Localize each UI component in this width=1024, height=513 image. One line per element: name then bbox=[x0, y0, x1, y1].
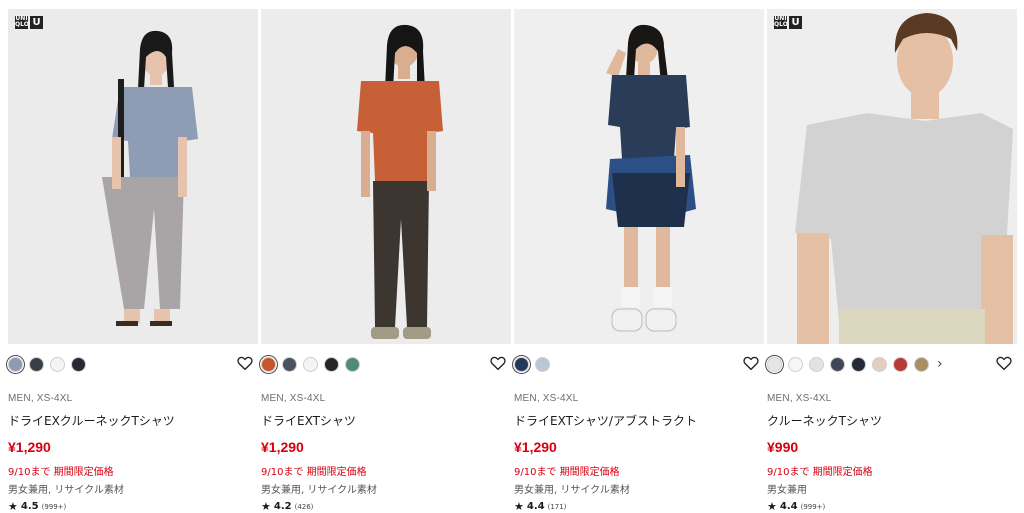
uniqlo-logo: UNI QLO U bbox=[15, 16, 43, 29]
color-swatch[interactable] bbox=[261, 356, 276, 372]
rating: ★ 4.4 (171) bbox=[514, 500, 566, 513]
color-swatches bbox=[261, 355, 360, 373]
product-photo-illustration bbox=[8, 9, 258, 344]
chevron-right-icon[interactable]: › bbox=[937, 356, 943, 372]
star-icon: ★ bbox=[767, 500, 777, 513]
product-card[interactable]: MEN, XS-4XL ドライEXTシャツ ¥1,290 9/10まで 期間限定… bbox=[261, 9, 511, 513]
color-swatch[interactable] bbox=[345, 356, 360, 372]
gender-size-label: MEN, XS-4XL bbox=[8, 393, 73, 404]
promo-label: 9/10まで 期間限定価格 bbox=[514, 467, 620, 478]
rating-value: 4.4 bbox=[779, 501, 798, 512]
product-price: ¥990 bbox=[767, 439, 799, 455]
feature-tags: 男女兼用, リサイクル素材 bbox=[261, 485, 377, 496]
color-swatch[interactable] bbox=[893, 356, 908, 372]
promo-label: 9/10まで 期間限定価格 bbox=[8, 467, 114, 478]
product-card[interactable]: UNI QLO U › MEN, XS-4XL クルーネックTシャツ ¥990 … bbox=[767, 9, 1017, 513]
rating: ★ 4.4 (999+) bbox=[767, 500, 825, 513]
review-count: (999+) bbox=[800, 502, 826, 511]
color-swatch[interactable] bbox=[8, 356, 23, 372]
color-swatch[interactable] bbox=[767, 356, 782, 372]
gender-size-label: MEN, XS-4XL bbox=[261, 393, 326, 404]
product-price: ¥1,290 bbox=[514, 439, 557, 455]
product-price: ¥1,290 bbox=[8, 439, 51, 455]
feature-tags: 男女兼用 bbox=[767, 485, 807, 496]
review-count: (999+) bbox=[41, 502, 67, 511]
product-image[interactable]: UNI QLO U bbox=[767, 9, 1017, 344]
heart-icon[interactable] bbox=[489, 354, 507, 372]
rating-value: 4.2 bbox=[273, 501, 292, 512]
color-swatch[interactable] bbox=[872, 356, 887, 372]
color-swatch[interactable] bbox=[303, 356, 318, 372]
product-photo-illustration bbox=[514, 9, 764, 344]
gender-size-label: MEN, XS-4XL bbox=[514, 393, 579, 404]
feature-tags: 男女兼用, リサイクル素材 bbox=[514, 485, 630, 496]
star-icon: ★ bbox=[8, 500, 18, 513]
product-image[interactable]: UNI QLO U bbox=[8, 9, 258, 344]
product-name[interactable]: ドライEXTシャツ bbox=[261, 412, 356, 429]
color-swatches bbox=[8, 355, 86, 373]
uniqlo-logo: UNI QLO U bbox=[774, 16, 802, 29]
product-photo-illustration bbox=[767, 9, 1017, 344]
uniqlo-logo-mark: UNI QLO bbox=[15, 15, 29, 29]
promo-label: 9/10まで 期間限定価格 bbox=[261, 467, 367, 478]
color-swatch[interactable] bbox=[282, 356, 297, 372]
heart-icon[interactable] bbox=[995, 354, 1013, 372]
color-swatch[interactable] bbox=[914, 356, 929, 372]
feature-tags: 男女兼用, リサイクル素材 bbox=[8, 485, 124, 496]
color-swatch[interactable] bbox=[29, 356, 44, 372]
color-swatch[interactable] bbox=[535, 356, 550, 372]
color-swatch[interactable] bbox=[324, 356, 339, 372]
product-name[interactable]: クルーネックTシャツ bbox=[767, 412, 882, 429]
product-card[interactable]: MEN, XS-4XL ドライEXTシャツ/アブストラクト ¥1,290 9/1… bbox=[514, 9, 764, 513]
color-swatch[interactable] bbox=[50, 356, 65, 372]
product-price: ¥1,290 bbox=[261, 439, 304, 455]
heart-icon[interactable] bbox=[236, 354, 254, 372]
gender-size-label: MEN, XS-4XL bbox=[767, 393, 832, 404]
color-swatch[interactable] bbox=[809, 356, 824, 372]
color-swatch[interactable] bbox=[788, 356, 803, 372]
promo-label: 9/10まで 期間限定価格 bbox=[767, 467, 873, 478]
rating: ★ 4.5 (999+) bbox=[8, 500, 66, 513]
product-image[interactable] bbox=[514, 9, 764, 344]
product-photo-illustration bbox=[261, 9, 511, 344]
review-count: (171) bbox=[547, 502, 567, 511]
product-name[interactable]: ドライEXTシャツ/アブストラクト bbox=[514, 412, 697, 429]
color-swatch[interactable] bbox=[851, 356, 866, 372]
product-name[interactable]: ドライEXクルーネックTシャツ bbox=[8, 412, 175, 429]
product-card[interactable]: UNI QLO U MEN, XS-4XL ドライEXクルーネックTシャツ ¥1… bbox=[8, 9, 258, 513]
color-swatches bbox=[514, 355, 550, 373]
star-icon: ★ bbox=[261, 500, 271, 513]
rating-value: 4.4 bbox=[526, 501, 545, 512]
u-logo-mark: U bbox=[30, 16, 43, 29]
u-logo-mark: U bbox=[789, 16, 802, 29]
color-swatch[interactable] bbox=[830, 356, 845, 372]
color-swatches: › bbox=[767, 355, 943, 373]
color-swatch[interactable] bbox=[514, 356, 529, 372]
color-swatch[interactable] bbox=[71, 356, 86, 372]
review-count: (426) bbox=[294, 502, 314, 511]
product-grid: UNI QLO U MEN, XS-4XL ドライEXクルーネックTシャツ ¥1… bbox=[8, 9, 1017, 513]
rating-value: 4.5 bbox=[20, 501, 39, 512]
uniqlo-logo-mark: UNI QLO bbox=[774, 15, 788, 29]
product-image[interactable] bbox=[261, 9, 511, 344]
rating: ★ 4.2 (426) bbox=[261, 500, 313, 513]
heart-icon[interactable] bbox=[742, 354, 760, 372]
star-icon: ★ bbox=[514, 500, 524, 513]
